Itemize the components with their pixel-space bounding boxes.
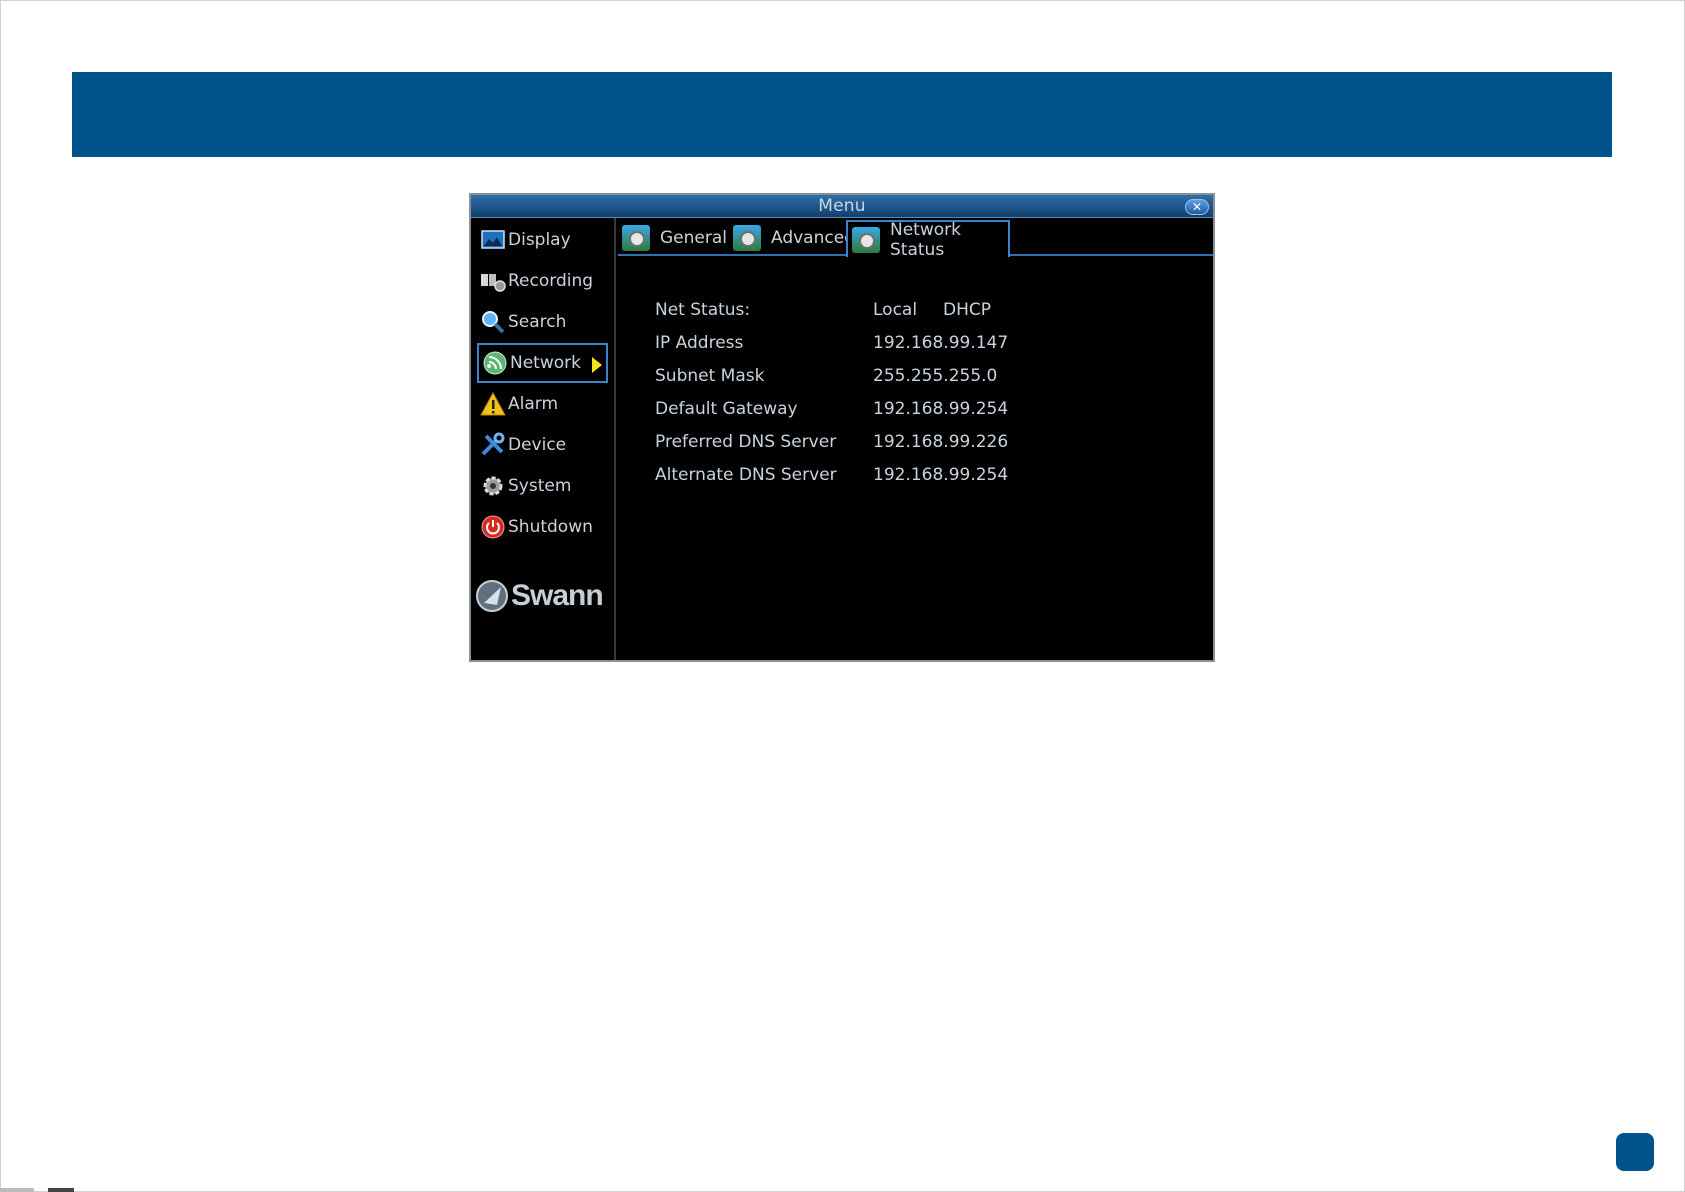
network-settings-icon bbox=[852, 226, 880, 253]
network-settings-icon bbox=[622, 225, 650, 251]
sidebar-item-label: Search bbox=[508, 312, 567, 332]
subnet-mask-row: Subnet Mask 255.255.255.0 bbox=[651, 366, 1171, 399]
default-gateway-row: Default Gateway 192.168.99.254 bbox=[651, 399, 1171, 432]
tab-advanced[interactable]: Advanced bbox=[729, 220, 855, 256]
close-button[interactable]: ✕ bbox=[1185, 199, 1209, 215]
sidebar-menu: Display Recording Search Network Alarm D… bbox=[471, 218, 616, 660]
sidebar-item-label: Network bbox=[510, 353, 581, 373]
network-settings-icon bbox=[733, 225, 761, 251]
sidebar-item-device[interactable]: Device bbox=[477, 425, 608, 465]
window-title: Menu bbox=[818, 196, 866, 216]
alternate-dns-label: Alternate DNS Server bbox=[655, 465, 837, 485]
preferred-dns-label: Preferred DNS Server bbox=[655, 432, 837, 452]
preferred-dns-row: Preferred DNS Server 192.168.99.226 bbox=[651, 432, 1171, 465]
default-gateway-value: 192.168.99.254 bbox=[873, 399, 1009, 419]
net-status-local: Local bbox=[873, 300, 918, 320]
tab-general[interactable]: General bbox=[618, 220, 727, 256]
network-icon bbox=[482, 350, 508, 376]
alternate-dns-row: Alternate DNS Server 192.168.99.254 bbox=[651, 465, 1171, 498]
net-status-row: Net Status: Local DHCP bbox=[651, 300, 1171, 333]
ip-address-row: IP Address 192.168.99.147 bbox=[651, 333, 1171, 366]
sidebar-item-label: Recording bbox=[508, 271, 594, 291]
gear-icon bbox=[480, 473, 506, 499]
alternate-dns-value: 192.168.99.254 bbox=[873, 465, 1009, 485]
sidebar-item-display[interactable]: Display bbox=[477, 220, 608, 260]
subnet-mask-label: Subnet Mask bbox=[655, 366, 765, 386]
tab-bar: General Advanced Network Status bbox=[618, 219, 1213, 260]
sidebar-item-label: Display bbox=[508, 230, 571, 250]
sidebar-item-label: System bbox=[508, 476, 572, 496]
ip-address-label: IP Address bbox=[655, 333, 744, 353]
dvr-menu-window: Menu ✕ Display Recording Search Network … bbox=[469, 193, 1215, 662]
tab-label: Advanced bbox=[771, 228, 855, 248]
display-icon bbox=[480, 227, 506, 253]
device-icon bbox=[480, 432, 506, 458]
tab-label: General bbox=[660, 228, 727, 248]
recording-icon bbox=[480, 268, 506, 294]
swann-logo: Swann bbox=[475, 576, 613, 616]
page-badge bbox=[1616, 1133, 1654, 1171]
swann-logo-icon bbox=[476, 580, 508, 612]
title-bar: Menu ✕ bbox=[471, 195, 1213, 218]
tab-label: Network Status bbox=[890, 219, 961, 260]
shutdown-icon bbox=[480, 514, 506, 540]
sidebar-item-alarm[interactable]: Alarm bbox=[477, 384, 608, 424]
chevron-right-icon bbox=[592, 357, 602, 373]
sidebar-item-network[interactable]: Network bbox=[477, 343, 608, 383]
sidebar-item-shutdown[interactable]: Shutdown bbox=[477, 507, 608, 547]
preferred-dns-value: 192.168.99.226 bbox=[873, 432, 1009, 452]
network-status-panel: Net Status: Local DHCP IP Address 192.16… bbox=[651, 300, 1171, 498]
search-icon bbox=[480, 309, 506, 335]
ip-address-value: 192.168.99.147 bbox=[873, 333, 1009, 353]
top-banner bbox=[72, 72, 1612, 157]
sidebar-item-system[interactable]: System bbox=[477, 466, 608, 506]
bottom-mark bbox=[0, 1188, 34, 1192]
sidebar-item-label: Shutdown bbox=[508, 517, 593, 537]
tab-network-status[interactable]: Network Status bbox=[846, 219, 1010, 260]
sidebar-item-label: Device bbox=[508, 435, 567, 455]
alarm-icon bbox=[480, 391, 506, 417]
sidebar-item-recording[interactable]: Recording bbox=[477, 261, 608, 301]
subnet-mask-value: 255.255.255.0 bbox=[873, 366, 998, 386]
default-gateway-label: Default Gateway bbox=[655, 399, 798, 419]
bottom-mark bbox=[48, 1188, 74, 1192]
sidebar-item-search[interactable]: Search bbox=[477, 302, 608, 342]
logo-text: Swann bbox=[511, 579, 604, 612]
close-icon: ✕ bbox=[1191, 200, 1203, 214]
net-status-dhcp: DHCP bbox=[943, 300, 991, 320]
sidebar-item-label: Alarm bbox=[508, 394, 559, 414]
net-status-label: Net Status: bbox=[655, 300, 751, 320]
